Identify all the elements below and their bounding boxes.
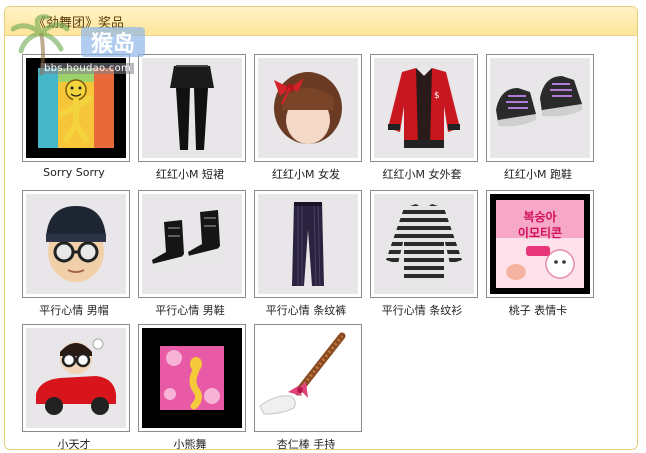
striped-pants-icon	[292, 201, 324, 287]
watermark-logo-text: 猴岛	[91, 31, 135, 57]
reward-item[interactable]: 복숭아 이모티콘 桃子 表情卡	[486, 190, 594, 318]
item-label: 小熊舞	[173, 438, 207, 450]
sneakers-icon	[496, 76, 582, 127]
item-thumbnail[interactable]	[254, 324, 362, 432]
item-thumbnail[interactable]	[486, 54, 594, 162]
item-thumbnail[interactable]	[254, 190, 362, 298]
site-watermark: 猴岛 bbs.houdao.com	[11, 13, 161, 77]
card-text-line-1: 복숭아	[523, 210, 557, 224]
reward-item[interactable]: 红红小M 女发	[254, 54, 362, 182]
genius-car-icon	[36, 338, 116, 415]
item-thumbnail[interactable]	[254, 54, 362, 162]
reward-item[interactable]: $ 红红小M 女外套	[370, 54, 478, 182]
black-boots-icon	[152, 210, 220, 271]
item-thumbnail[interactable]: $	[370, 54, 478, 162]
item-thumbnail[interactable]	[22, 324, 130, 432]
watermark-url: bbs.houdao.com	[41, 63, 135, 74]
bob-hair-icon	[274, 72, 342, 144]
bear-dance-icon	[160, 346, 224, 410]
reward-item[interactable]: 小熊舞	[138, 324, 246, 450]
item-label: 红红小M 短裙	[156, 168, 224, 181]
almond-stick-icon	[259, 332, 346, 415]
beanie-glasses-icon	[46, 206, 106, 282]
reward-item[interactable]: 平行心情 男鞋	[138, 190, 246, 318]
item-thumbnail[interactable]	[138, 190, 246, 298]
svg-text:$: $	[434, 91, 440, 101]
item-thumbnail[interactable]: 복숭아 이모티콘	[486, 190, 594, 298]
item-thumbnail[interactable]	[138, 324, 246, 432]
card-text-line-2: 이모티콘	[517, 226, 563, 240]
red-jacket-icon: $	[388, 68, 460, 148]
reward-item[interactable]: 小天才	[22, 324, 130, 450]
item-label: 桃子 表情卡	[508, 304, 568, 317]
item-label: 杏仁棒 手持	[276, 438, 336, 450]
item-thumbnail[interactable]	[370, 190, 478, 298]
reward-item[interactable]: 平行心情 条纹衫	[370, 190, 478, 318]
item-label: 平行心情 男鞋	[155, 304, 225, 317]
item-label: Sorry Sorry	[43, 166, 105, 179]
rewards-panel: 《劲舞团》奖品 Sorry Sorry 红红小M 短裙 红红小M 女发 $ 红红…	[4, 6, 638, 450]
item-thumbnail[interactable]	[22, 190, 130, 298]
reward-item[interactable]: 杏仁棒 手持	[254, 324, 362, 450]
striped-shirt-icon	[386, 204, 462, 282]
item-label: 小天才	[57, 438, 91, 450]
item-label: 平行心情 条纹裤	[265, 304, 347, 317]
item-label: 红红小M 跑鞋	[504, 168, 572, 181]
reward-item[interactable]: 平行心情 条纹裤	[254, 190, 362, 318]
item-label: 红红小M 女外套	[382, 168, 462, 181]
item-label: 红红小M 女发	[272, 168, 340, 181]
item-label: 平行心情 条纹衫	[381, 304, 463, 317]
reward-item[interactable]: 平行心情 男帽	[22, 190, 130, 318]
reward-item[interactable]: 红红小M 跑鞋	[486, 54, 594, 182]
item-label: 平行心情 男帽	[39, 304, 109, 317]
